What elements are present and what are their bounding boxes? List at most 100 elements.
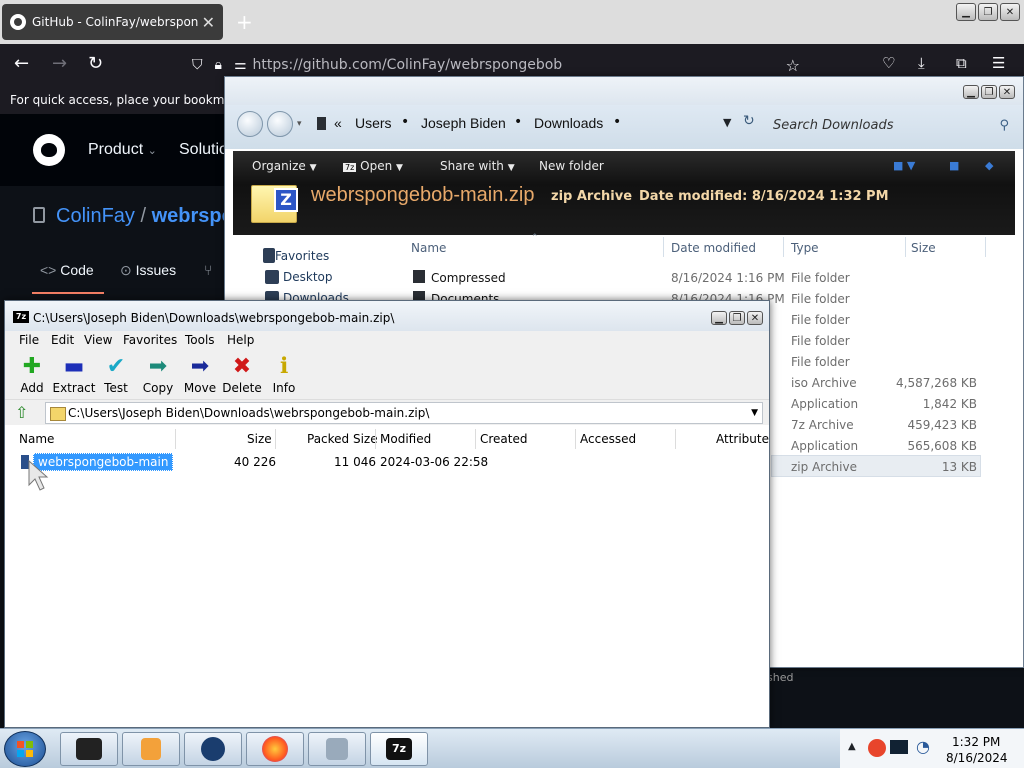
nav-desktop[interactable]: Desktop — [283, 270, 333, 284]
view-options-icon[interactable]: ■ ▼ — [893, 159, 915, 172]
explorer-close-icon[interactable]: ✕ — [999, 85, 1015, 99]
bookmark-star-icon[interactable]: ☆ — [786, 56, 800, 75]
sevenzip-maximize-icon[interactable]: ❐ — [729, 311, 745, 325]
taskbar-firefox[interactable] — [246, 732, 304, 766]
taskbar-7zip[interactable]: 7z — [370, 732, 428, 766]
clock-date[interactable]: 8/16/2024 — [946, 751, 1008, 765]
browser-tab-github[interactable]: GitHub - ColinFay/webrspongebob ✕ — [2, 4, 223, 40]
column-type[interactable]: Type — [791, 241, 819, 255]
column-divider[interactable] — [905, 237, 906, 257]
tray-app-icon[interactable] — [868, 739, 886, 757]
taskbar-explorer[interactable] — [308, 732, 366, 766]
back-arrow-icon[interactable]: ← — [14, 53, 29, 74]
col-name[interactable]: Name — [19, 432, 54, 446]
col-divider[interactable] — [175, 429, 176, 449]
menu-help[interactable]: Help — [227, 333, 254, 347]
breadcrumb-overflow[interactable]: « — [334, 115, 342, 131]
download-icon[interactable]: ⤓ — [918, 54, 925, 72]
repo-owner-link[interactable]: ColinFay — [56, 205, 135, 227]
nav-product[interactable]: Product ⌄ — [88, 141, 157, 159]
address-dropdown-icon[interactable]: ▼ — [723, 116, 731, 129]
nav-solutions[interactable]: Solutio — [179, 141, 228, 159]
taskbar-globe[interactable] — [184, 732, 242, 766]
col-divider[interactable] — [475, 429, 476, 449]
column-divider[interactable] — [985, 237, 986, 257]
nav-favorites[interactable]: Favorites — [275, 249, 329, 263]
explorer-maximize-icon[interactable]: ❐ — [981, 85, 997, 99]
path-combobox[interactable]: C:\Users\Joseph Biden\Downloads\webrspon… — [45, 402, 763, 424]
search-downloads-input[interactable]: Search Downloads ⚲ — [773, 113, 1009, 137]
archive-row[interactable]: webrspongebob-main 40 226 11 046 2024-03… — [5, 453, 765, 471]
column-name[interactable]: Name — [411, 241, 446, 255]
shield-icon[interactable]: ⛉ — [192, 57, 203, 73]
tab-code[interactable]: <> Code — [40, 262, 94, 278]
breadcrumb-arrow-icon[interactable]: • — [514, 114, 522, 130]
taskbar-terminal[interactable] — [60, 732, 118, 766]
col-modified[interactable]: Modified — [380, 432, 431, 446]
url-text[interactable]: https://github.com/ColinFay/webrspongebo… — [253, 57, 563, 73]
menu-view[interactable]: View — [84, 333, 112, 347]
pull-request-icon[interactable]: ⑂ — [204, 262, 212, 278]
new-folder-button[interactable]: New folder — [539, 159, 604, 173]
tab-close-icon[interactable]: ✕ — [202, 13, 215, 32]
col-divider[interactable] — [275, 429, 276, 449]
sevenzip-minimize-icon[interactable]: ▁ — [711, 311, 727, 325]
col-packed-size[interactable]: Packed Size — [307, 432, 378, 446]
path-dropdown-icon[interactable]: ▼ — [751, 408, 758, 418]
permissions-icon[interactable]: ⚌ — [234, 57, 247, 73]
column-date-modified[interactable]: Date modified — [671, 241, 756, 255]
reload-icon[interactable]: ↻ — [88, 53, 103, 74]
explorer-minimize-icon[interactable]: ▁ — [963, 85, 979, 99]
col-created[interactable]: Created — [480, 432, 528, 446]
repo-name-link[interactable]: webrspo — [152, 205, 234, 227]
preview-pane-icon[interactable]: ■ — [949, 159, 959, 172]
column-divider[interactable] — [783, 237, 784, 257]
move-button[interactable]: ➡ Move — [178, 353, 222, 395]
menu-edit[interactable]: Edit — [51, 333, 74, 347]
close-icon[interactable]: ✕ — [1000, 3, 1020, 21]
share-with-button[interactable]: Share with ▼ — [440, 159, 515, 173]
open-button[interactable]: 7z Open ▼ — [343, 159, 403, 173]
breadcrumb-users[interactable]: Users — [355, 115, 392, 131]
tab-issues[interactable]: ⊙ Issues — [120, 262, 176, 279]
network-icon[interactable] — [890, 740, 908, 754]
col-accessed[interactable]: Accessed — [580, 432, 636, 446]
up-folder-icon[interactable]: ⇧ — [15, 403, 28, 422]
column-divider[interactable] — [663, 237, 664, 257]
clock-time[interactable]: 1:32 PM — [952, 735, 1000, 749]
lock-icon[interactable]: 🔒︎ — [215, 57, 222, 73]
menu-favorites[interactable]: Favorites — [123, 333, 177, 347]
organize-button[interactable]: Organize ▼ — [252, 159, 317, 173]
column-size[interactable]: Size — [911, 241, 936, 255]
taskbar-media-player[interactable] — [122, 732, 180, 766]
start-button[interactable] — [4, 731, 46, 767]
col-divider[interactable] — [575, 429, 576, 449]
search-icon[interactable]: ⚲ — [999, 118, 1009, 133]
add-button[interactable]: ✚ Add — [10, 353, 54, 395]
tray-expand-chevron-icon[interactable]: ▲ — [848, 741, 856, 752]
copy-button[interactable]: ➡ Copy — [136, 353, 180, 395]
sevenzip-close-icon[interactable]: ✕ — [747, 311, 763, 325]
info-button[interactable]: ℹ Info — [262, 353, 306, 395]
col-size[interactable]: Size — [247, 432, 272, 446]
explorer-back-icon[interactable] — [237, 111, 263, 137]
forward-arrow-icon[interactable]: → — [52, 53, 67, 74]
help-icon[interactable]: ◆ — [985, 159, 993, 172]
col-attributes[interactable]: Attribute — [716, 432, 769, 446]
recent-pages-chevron-icon[interactable]: ▾ — [297, 119, 302, 129]
menu-file[interactable]: File — [19, 333, 39, 347]
breadcrumb-arrow-icon[interactable]: • — [401, 114, 409, 130]
menu-tools[interactable]: Tools — [185, 333, 215, 347]
pocket-icon[interactable]: ♡ — [882, 54, 895, 72]
row-name[interactable]: Compressed — [431, 271, 506, 285]
test-button[interactable]: ✔ Test — [94, 353, 138, 395]
breadcrumb-joseph-biden[interactable]: Joseph Biden — [421, 115, 506, 131]
github-logo-icon[interactable] — [33, 134, 65, 166]
new-tab-plus-icon[interactable]: + — [236, 10, 253, 34]
refresh-icon[interactable]: ↻ — [743, 113, 755, 129]
extract-button[interactable]: ▬ Extract — [52, 353, 96, 395]
minimize-icon[interactable]: ▁ — [956, 3, 976, 21]
menu-hamburger-icon[interactable]: ☰ — [992, 54, 1005, 72]
breadcrumb-arrow-icon[interactable]: • — [613, 114, 621, 130]
delete-button[interactable]: ✖ Delete — [220, 353, 264, 395]
